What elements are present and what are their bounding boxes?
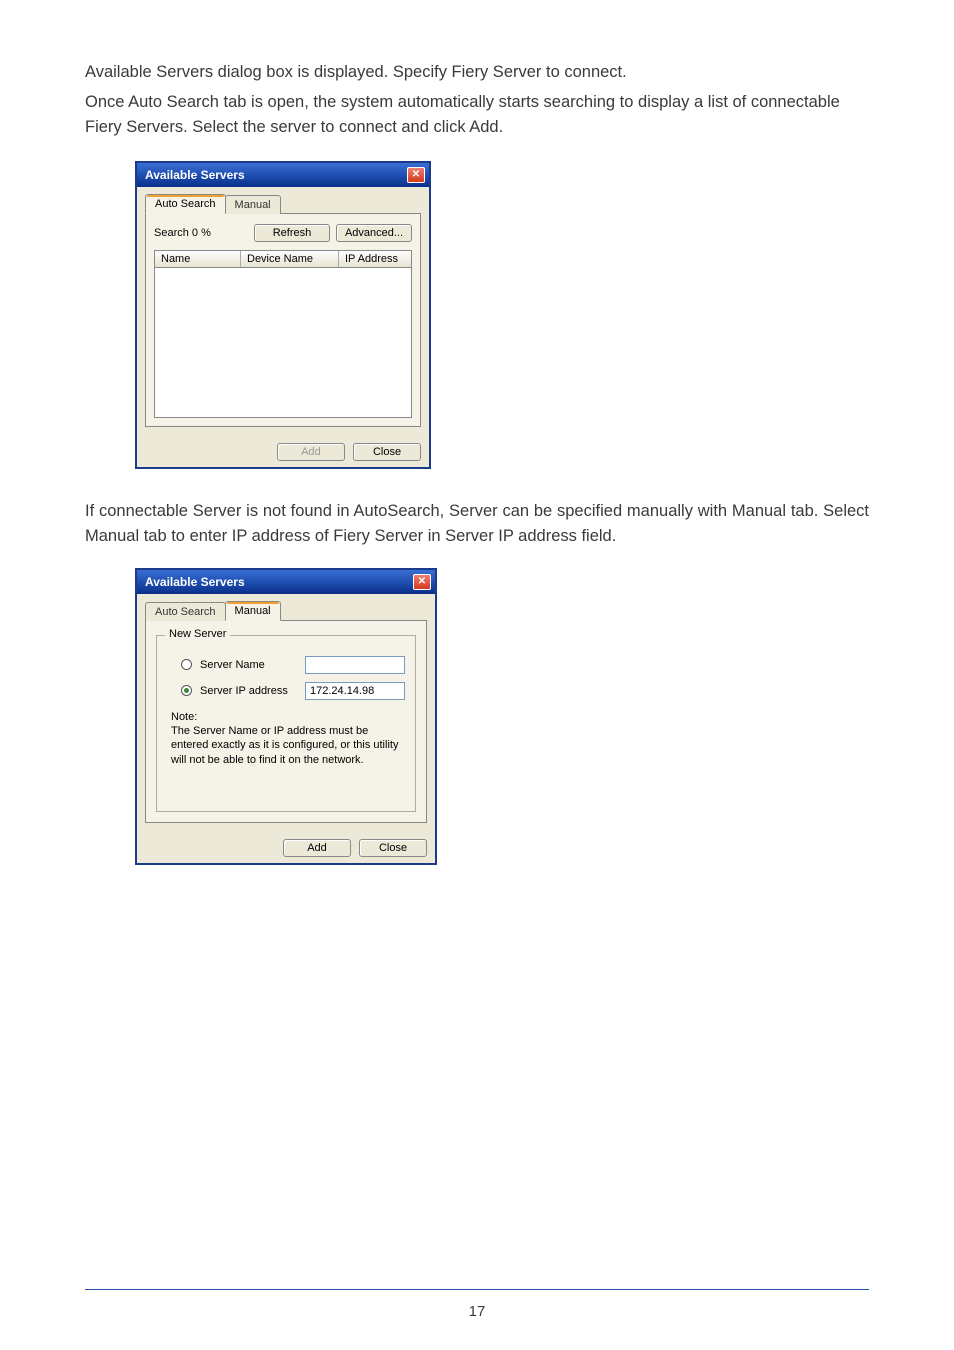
close-icon[interactable]: ✕: [407, 167, 425, 183]
dialog-footer: Add Close: [137, 435, 429, 467]
tab-manual[interactable]: Manual: [225, 601, 281, 621]
note-label: Note:: [171, 710, 405, 724]
radio-server-ip[interactable]: [181, 685, 192, 696]
advanced-button[interactable]: Advanced...: [336, 224, 412, 242]
tabstrip: Auto Search Manual: [145, 194, 421, 214]
titlebar: Available Servers ✕: [137, 570, 435, 594]
close-button[interactable]: Close: [359, 839, 427, 857]
available-servers-dialog-manual: Available Servers ✕ Auto Search Manual N…: [135, 568, 437, 865]
tab-auto-search[interactable]: Auto Search: [145, 602, 226, 621]
server-name-field[interactable]: [305, 656, 405, 674]
radio-server-name[interactable]: [181, 659, 192, 670]
results-grid-header: Name Device Name IP Address: [154, 250, 412, 268]
add-button[interactable]: Add: [283, 839, 351, 857]
radio-server-ip-label: Server IP address: [200, 685, 297, 697]
add-button: Add: [277, 443, 345, 461]
paragraph-3: If connectable Server is not found in Au…: [85, 499, 869, 550]
paragraph-2: Once Auto Search tab is open, the system…: [85, 90, 869, 141]
column-device-name[interactable]: Device Name: [241, 251, 339, 267]
available-servers-dialog-autosearch: Available Servers ✕ Auto Search Manual S…: [135, 161, 431, 469]
radio-server-name-label: Server Name: [200, 659, 297, 671]
close-icon[interactable]: ✕: [413, 574, 431, 590]
tab-panel-manual: New Server Server Name Server IP address: [145, 620, 427, 823]
refresh-button[interactable]: Refresh: [254, 224, 330, 242]
page-number: 17: [0, 1303, 954, 1320]
dialog-footer: Add Close: [137, 831, 435, 863]
note-block: Note: The Server Name or IP address must…: [171, 710, 405, 767]
column-ip-address[interactable]: IP Address: [339, 251, 411, 267]
tabstrip: Auto Search Manual: [145, 601, 427, 621]
tab-manual[interactable]: Manual: [225, 195, 281, 214]
column-name[interactable]: Name: [155, 251, 241, 267]
tab-panel-auto: Search 0 % Refresh Advanced... Name Devi…: [145, 213, 421, 427]
new-server-groupbox: New Server Server Name Server IP address: [156, 635, 416, 812]
footer-rule: [85, 1289, 869, 1290]
close-button[interactable]: Close: [353, 443, 421, 461]
tab-auto-search[interactable]: Auto Search: [145, 194, 226, 214]
search-progress-label: Search 0 %: [154, 227, 248, 239]
note-text: The Server Name or IP address must be en…: [171, 724, 405, 767]
paragraph-1: Available Servers dialog box is displaye…: [85, 60, 869, 86]
titlebar: Available Servers ✕: [137, 163, 429, 187]
server-ip-field[interactable]: [305, 682, 405, 700]
results-grid-body: [154, 268, 412, 418]
dialog-title: Available Servers: [145, 168, 245, 182]
dialog-title: Available Servers: [145, 575, 245, 589]
groupbox-legend: New Server: [165, 628, 230, 640]
